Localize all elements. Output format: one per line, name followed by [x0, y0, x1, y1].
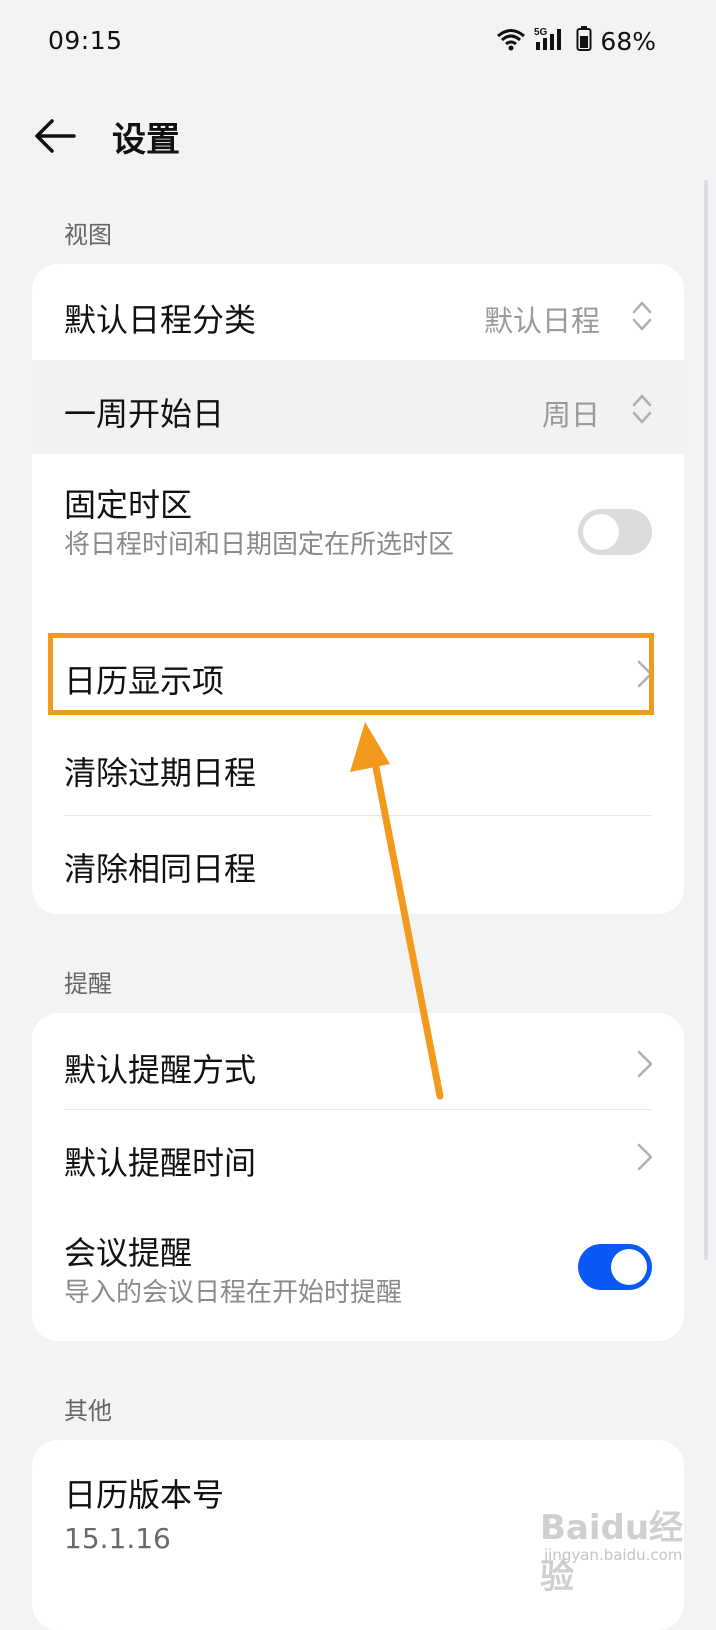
fixed-timezone-toggle[interactable] — [578, 509, 652, 555]
reminder-settings-card: 默认提醒方式 默认提醒时间 会议提醒 导入的会议日程在开始时提醒 — [32, 1013, 684, 1341]
setting-clear-duplicate[interactable]: 清除相同日程 — [32, 816, 684, 914]
status-time: 09:15 — [48, 26, 123, 55]
section-label-reminder: 提醒 — [64, 970, 112, 998]
setting-default-reminder-time[interactable]: 默认提醒时间 — [32, 1110, 684, 1204]
meeting-reminder-toggle[interactable] — [578, 1244, 652, 1290]
system-icons: 5G 68% — [496, 26, 656, 56]
back-arrow-icon — [35, 119, 76, 153]
scrollbar[interactable] — [704, 180, 708, 1260]
back-button[interactable] — [32, 112, 80, 160]
baidu-watermark: Baidu经验 jingyan.baidu.com — [540, 1490, 710, 1597]
setting-title: 清除相同日程 — [64, 850, 257, 888]
battery-level: 68% — [600, 26, 656, 56]
chevron-right-icon — [637, 1050, 653, 1078]
setting-subtitle: 导入的会议日程在开始时提醒 — [64, 1278, 403, 1308]
version-number: 15.1.16 — [64, 1522, 171, 1555]
setting-default-category[interactable]: 默认日程分类 默认日程 — [32, 264, 684, 360]
setting-title: 默认提醒时间 — [64, 1144, 257, 1182]
battery-icon — [576, 26, 592, 56]
page-title: 设置 — [112, 120, 180, 160]
app-bar: 设置 — [0, 84, 716, 184]
section-label-view: 视图 — [64, 221, 112, 249]
setting-value: 周日 — [541, 398, 600, 432]
annotation-highlight-box — [48, 633, 654, 715]
setting-title: 默认提醒方式 — [64, 1051, 257, 1089]
chevron-right-icon — [637, 1143, 653, 1171]
setting-title: 默认日程分类 — [64, 301, 257, 339]
setting-value: 默认日程 — [483, 304, 600, 338]
setting-title: 清除过期日程 — [64, 754, 257, 792]
section-label-other: 其他 — [64, 1397, 112, 1425]
setting-subtitle: 将日程时间和日期固定在所选时区 — [64, 530, 455, 560]
setting-fixed-timezone[interactable]: 固定时区 将日程时间和日期固定在所选时区 — [32, 454, 684, 630]
setting-title: 固定时区 — [64, 486, 193, 524]
watermark-sub: jingyan.baidu.com — [544, 1546, 683, 1564]
toggle-knob — [583, 514, 619, 550]
setting-title: 会议提醒 — [64, 1234, 193, 1272]
svg-text:5G: 5G — [534, 27, 548, 38]
setting-clear-expired[interactable]: 清除过期日程 — [32, 722, 684, 816]
status-bar: 09:15 5G 68% — [0, 0, 716, 84]
wifi-icon — [496, 27, 526, 55]
setting-week-start[interactable]: 一周开始日 周日 — [32, 360, 684, 454]
setting-title: 一周开始日 — [64, 395, 225, 433]
signal-5g-icon: 5G — [534, 26, 568, 56]
view-settings-card: 默认日程分类 默认日程 一周开始日 周日 固定时区 将日程时间和日期固定在所选时… — [32, 264, 684, 914]
setting-title: 日历版本号 — [64, 1476, 225, 1514]
toggle-knob — [611, 1249, 647, 1285]
setting-meeting-reminder[interactable]: 会议提醒 导入的会议日程在开始时提醒 — [32, 1204, 684, 1341]
setting-default-reminder-method[interactable]: 默认提醒方式 — [32, 1013, 684, 1110]
select-updown-icon — [632, 301, 652, 331]
select-updown-icon — [632, 394, 652, 424]
